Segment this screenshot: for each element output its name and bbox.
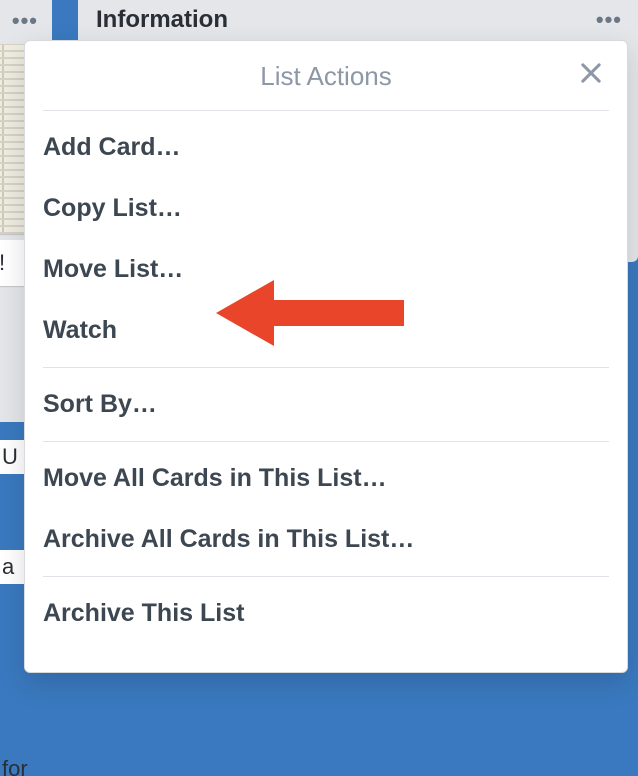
- move-list-item[interactable]: Move List…: [25, 239, 627, 300]
- archive-all-cards-item[interactable]: Archive All Cards in This List…: [25, 509, 627, 570]
- popover-header: List Actions: [25, 41, 627, 110]
- ellipsis-icon[interactable]: •••: [596, 7, 622, 33]
- popover-section: Sort By…: [25, 368, 627, 441]
- ellipsis-icon[interactable]: •••: [12, 8, 38, 34]
- watch-item[interactable]: Watch: [25, 300, 627, 361]
- copy-list-item[interactable]: Copy List…: [25, 178, 627, 239]
- popover-section: Move All Cards in This List… Archive All…: [25, 442, 627, 576]
- add-card-item[interactable]: Add Card…: [25, 117, 627, 178]
- move-all-cards-item[interactable]: Move All Cards in This List…: [25, 448, 627, 509]
- list-actions-popover: List Actions Add Card… Copy List… Move L…: [24, 40, 628, 673]
- list-title[interactable]: Information: [96, 6, 228, 34]
- popover-title: List Actions: [260, 61, 392, 91]
- sort-by-item[interactable]: Sort By…: [25, 374, 627, 435]
- popover-section: Add Card… Copy List… Move List… Watch: [25, 111, 627, 367]
- text-fragment: for: [0, 752, 44, 776]
- archive-this-list-item[interactable]: Archive This List: [25, 583, 627, 644]
- close-icon[interactable]: [577, 59, 605, 87]
- popover-section: Archive This List: [25, 577, 627, 650]
